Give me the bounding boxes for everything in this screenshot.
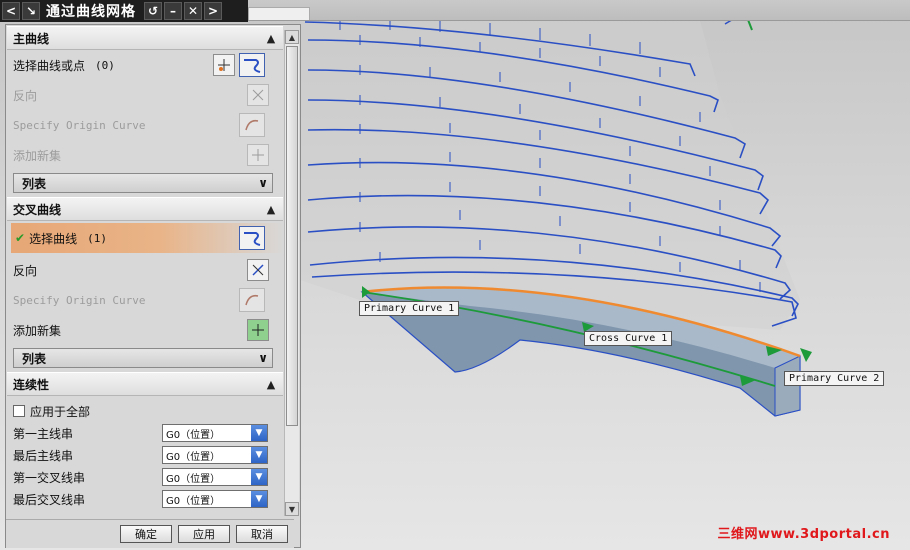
continuity-dropdown[interactable]: G0（位置） ▼: [162, 468, 268, 486]
section-primary-title: 主曲线: [13, 31, 50, 46]
select-curve-icon[interactable]: [239, 226, 265, 250]
reset-icon[interactable]: ↺: [144, 2, 162, 20]
apply-all-label: 应用于全部: [30, 404, 91, 419]
chevron-down-icon[interactable]: ∨: [258, 176, 268, 190]
continuity-value: G0（位置）: [166, 451, 221, 463]
select-curve-icon[interactable]: [239, 53, 265, 77]
primary-select-row[interactable]: 选择曲线或点 (0): [7, 50, 283, 80]
continuity-row-label: 最后交叉线串: [13, 492, 86, 507]
continuity-value: G0（位置）: [166, 473, 221, 485]
continuity-row-label: 第一主线串: [13, 426, 74, 441]
cross-select-count: (1): [87, 231, 107, 245]
scroll-thumb[interactable]: [286, 46, 298, 426]
cross-reverse-label: 反向: [13, 263, 38, 278]
origin-curve-icon[interactable]: [239, 113, 265, 137]
cross-origin-row: Specify Origin Curve: [7, 285, 283, 315]
primary-add-set-row: 添加新集: [7, 140, 283, 170]
dropdown-arrow-icon[interactable]: ▼: [251, 447, 267, 463]
dropdown-arrow-icon[interactable]: ▼: [251, 425, 267, 441]
section-cross-title: 交叉曲线: [13, 202, 62, 217]
add-set-icon[interactable]: [247, 319, 269, 341]
primary-select-count: (0): [95, 58, 115, 72]
collapse-right-icon[interactable]: >: [204, 2, 222, 20]
continuity-row: 最后主线串 G0（位置） ▼: [7, 444, 283, 466]
primary-add-set-label: 添加新集: [13, 148, 62, 163]
chevron-up-icon[interactable]: ▲: [263, 376, 279, 392]
cross-add-set-label: 添加新集: [13, 323, 62, 338]
dropdown-arrow-icon[interactable]: ▼: [251, 491, 267, 507]
continuity-dropdown[interactable]: G0（位置） ▼: [162, 490, 268, 508]
primary-reverse-label: 反向: [13, 88, 38, 103]
continuity-row: 第一主线串 G0（位置） ▼: [7, 422, 283, 444]
section-continuity-header[interactable]: 连续性 ▲: [7, 372, 283, 396]
cross-list-label: 列表: [22, 351, 47, 366]
chevron-down-icon[interactable]: ∨: [258, 351, 268, 365]
reverse-direction-icon[interactable]: [247, 259, 269, 281]
graphics-toolbar-strip: [248, 0, 910, 21]
continuity-row-label: 第一交叉线串: [13, 470, 86, 485]
continuity-row-label: 最后主线串: [13, 448, 74, 463]
cross-select-label: 选择曲线: [29, 231, 78, 246]
origin-curve-icon[interactable]: [239, 288, 265, 312]
primary-select-label: 选择曲线或点: [13, 58, 86, 73]
minimize-icon[interactable]: –: [164, 2, 182, 20]
cross-select-row[interactable]: ✔ 选择曲线 (1): [11, 223, 283, 253]
apply-button[interactable]: 应用: [178, 525, 230, 543]
primary-curve-1-label: Primary Curve 1: [359, 301, 460, 316]
apply-all-checkbox[interactable]: [13, 405, 25, 417]
continuity-value: G0（位置）: [166, 429, 221, 441]
continuity-dropdown[interactable]: G0（位置） ▼: [162, 424, 268, 442]
continuity-row: 最后交叉线串 G0（位置） ▼: [7, 488, 283, 510]
dialog-content: 主曲线 ▲ 选择曲线或点 (0) 反向 Specify Origin Curve…: [7, 26, 283, 520]
add-set-icon[interactable]: [247, 144, 269, 166]
section-primary-header[interactable]: 主曲线 ▲: [7, 26, 283, 50]
cross-add-set-row: 添加新集: [7, 315, 283, 345]
section-cross-header[interactable]: 交叉曲线 ▲: [7, 197, 283, 221]
dialog-title: 通过曲线网格: [46, 4, 136, 20]
collapse-left-icon[interactable]: <: [2, 2, 20, 20]
dropdown-arrow-icon[interactable]: ▼: [251, 469, 267, 485]
reverse-direction-icon[interactable]: [247, 84, 269, 106]
ok-button[interactable]: 确定: [120, 525, 172, 543]
scroll-down-icon[interactable]: ▼: [285, 502, 299, 516]
dialog-titlebar[interactable]: < ↘ 通过曲线网格 ↺ – ✕ >: [0, 0, 248, 22]
cross-curve-1-label: Cross Curve 1: [584, 331, 673, 346]
primary-list-toggle[interactable]: 列表 ∨: [13, 173, 273, 193]
viewport-tab[interactable]: [248, 7, 310, 20]
dialog-footer: 确定 应用 取消: [6, 519, 294, 548]
continuity-dropdown[interactable]: G0（位置） ▼: [162, 446, 268, 464]
chevron-up-icon[interactable]: ▲: [263, 30, 279, 46]
primary-curve-2-label: Primary Curve 2: [784, 371, 885, 386]
scroll-up-icon[interactable]: ▲: [285, 30, 299, 44]
section-continuity-title: 连续性: [13, 377, 50, 392]
cross-list-toggle[interactable]: 列表 ∨: [13, 348, 273, 368]
cross-origin-label: Specify Origin Curve: [13, 293, 146, 307]
cross-reverse-row: 反向: [7, 255, 283, 285]
close-icon[interactable]: ✕: [184, 2, 202, 20]
primary-reverse-row: 反向: [7, 80, 283, 110]
primary-origin-row: Specify Origin Curve: [7, 110, 283, 140]
apply-all-row[interactable]: 应用于全部: [7, 400, 283, 422]
primary-origin-label: Specify Origin Curve: [13, 118, 146, 132]
cancel-button[interactable]: 取消: [236, 525, 288, 543]
dialog-scrollbar[interactable]: ▲ ▼: [284, 30, 299, 516]
check-icon: ✔: [15, 231, 26, 245]
watermark-text: 三维网www.3dportal.cn: [717, 527, 890, 542]
point-dialog-icon[interactable]: [213, 54, 235, 76]
primary-list-label: 列表: [22, 176, 47, 191]
continuity-value: G0（位置）: [166, 495, 221, 507]
chevron-up-icon[interactable]: ▲: [263, 201, 279, 217]
continuity-row: 第一交叉线串 G0（位置） ▼: [7, 466, 283, 488]
pin-arrow-icon[interactable]: ↘: [22, 2, 40, 20]
